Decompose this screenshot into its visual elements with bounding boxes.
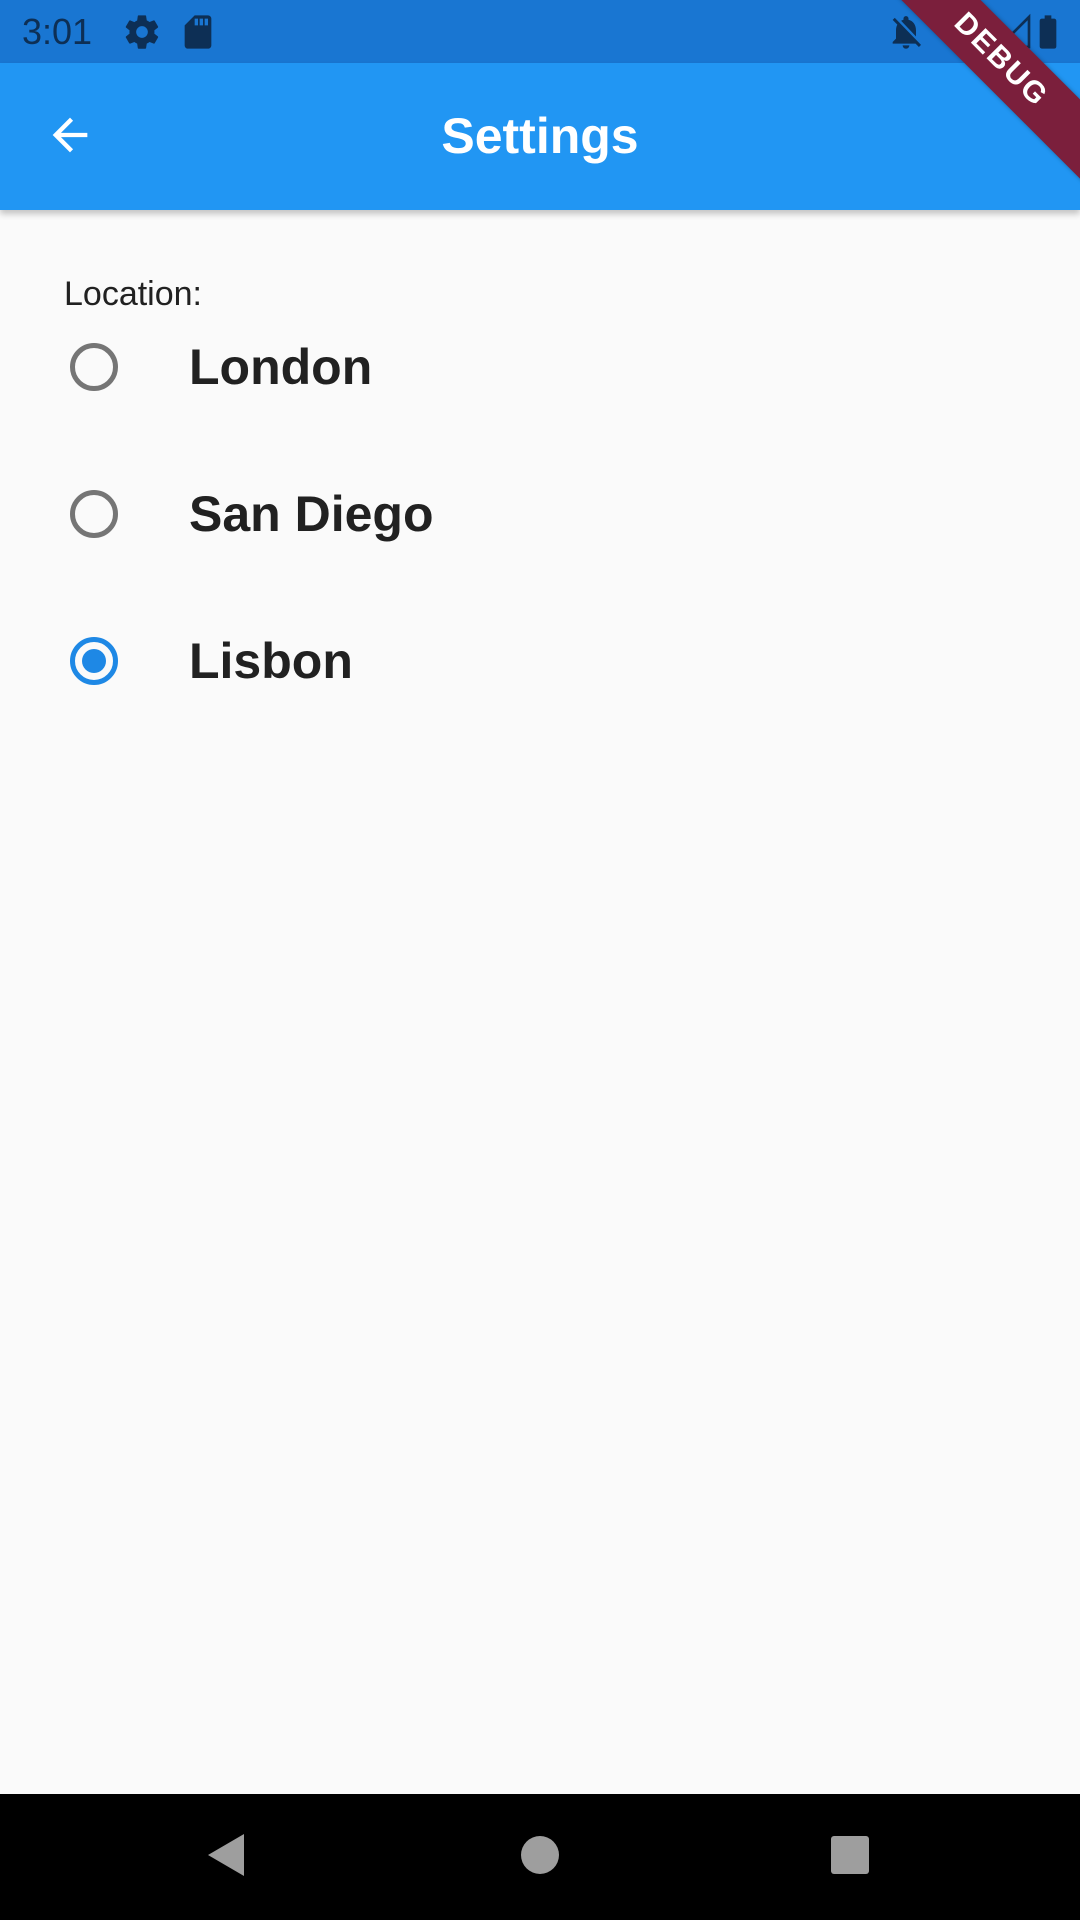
nav-home-button[interactable] bbox=[505, 1822, 575, 1892]
nav-back-button[interactable] bbox=[190, 1822, 260, 1892]
home-circle-icon bbox=[519, 1834, 561, 1881]
recents-square-icon bbox=[829, 1834, 871, 1881]
settings-content: Location: London San Diego Lisbon bbox=[0, 210, 1080, 1794]
radio-option-lisbon[interactable]: Lisbon bbox=[0, 587, 1080, 734]
screen: 3:01 Settings DEBUG Location: London San… bbox=[0, 0, 1080, 1920]
gear-icon bbox=[122, 12, 162, 52]
radio-option-label: Lisbon bbox=[189, 632, 353, 689]
arrow-back-icon bbox=[44, 109, 96, 166]
back-button[interactable] bbox=[34, 101, 106, 173]
radio-option-san-diego[interactable]: San Diego bbox=[0, 440, 1080, 587]
back-triangle-icon bbox=[202, 1830, 248, 1885]
radio-button[interactable] bbox=[70, 489, 118, 538]
nav-recents-button[interactable] bbox=[815, 1822, 885, 1892]
radio-option-label: London bbox=[189, 338, 373, 395]
radio-option-label: San Diego bbox=[189, 485, 434, 542]
radio-selected-dot bbox=[82, 648, 106, 673]
battery-icon bbox=[1028, 12, 1068, 52]
page-title: Settings bbox=[441, 108, 639, 164]
sd-card-icon bbox=[178, 12, 218, 52]
radio-option-london[interactable]: London bbox=[0, 293, 1080, 440]
radio-button-selected[interactable] bbox=[70, 636, 118, 685]
app-bar: Settings bbox=[0, 63, 1080, 210]
navigation-bar bbox=[0, 1794, 1080, 1920]
radio-button[interactable] bbox=[70, 342, 118, 391]
status-time: 3:01 bbox=[22, 11, 93, 52]
